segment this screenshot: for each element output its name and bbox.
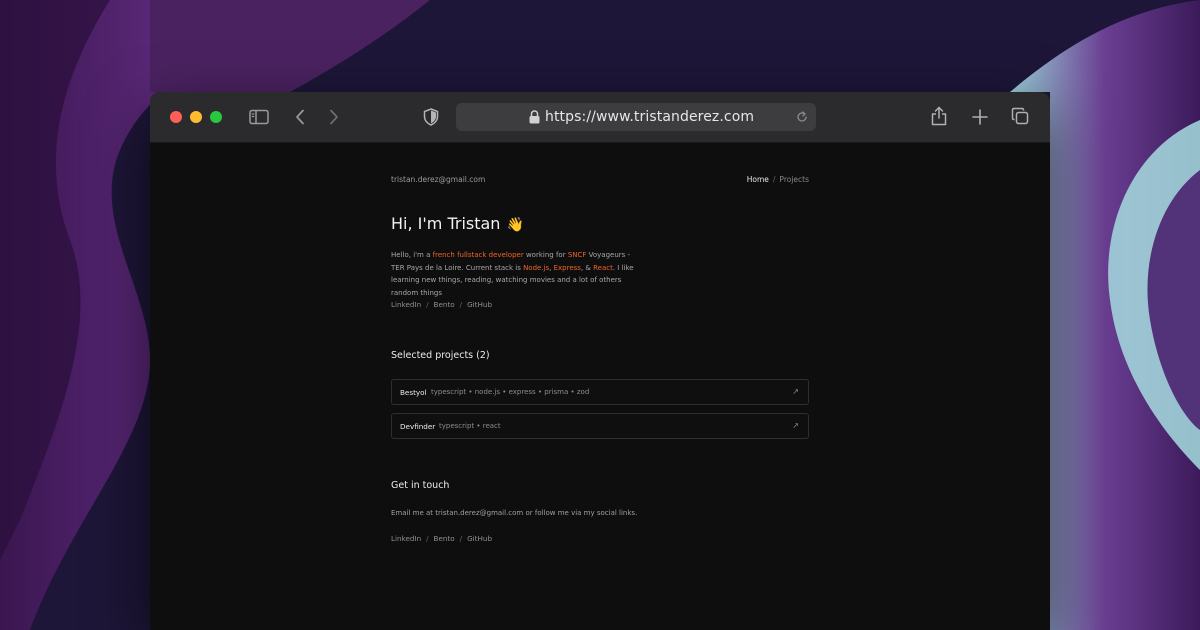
- plus-icon[interactable]: [972, 109, 988, 125]
- footer-social-links: LinkedIn / Bento / GitHub: [391, 534, 492, 543]
- bio-tech-express: Express: [553, 263, 581, 272]
- link-separator: /: [426, 300, 429, 309]
- header-email-link[interactable]: tristan.derez@gmail.com: [391, 175, 485, 184]
- bio-role: french fullstack developer: [432, 251, 524, 259]
- project-tags: typescript • react: [439, 422, 501, 430]
- nav-projects-link[interactable]: Projects: [779, 175, 809, 184]
- close-window-button[interactable]: [170, 111, 182, 123]
- minimize-window-button[interactable]: [190, 111, 202, 123]
- nav-home-link[interactable]: Home: [747, 175, 769, 184]
- project-card-bestyol[interactable]: Bestyol typescript • node.js • express •…: [391, 379, 809, 405]
- social-links: LinkedIn / Bento / GitHub: [391, 300, 492, 309]
- shield-icon[interactable]: [423, 108, 439, 126]
- web-page: tristan.derez@gmail.com Home / Projects Hi…: [150, 143, 1050, 630]
- github-link[interactable]: GitHub: [467, 300, 492, 309]
- github-link[interactable]: GitHub: [467, 534, 492, 543]
- waving-hand-icon: 👋: [506, 217, 524, 233]
- contact-heading: Get in touch: [391, 480, 450, 491]
- bento-link[interactable]: Bento: [434, 534, 455, 543]
- external-link-icon[interactable]: ↗: [792, 388, 799, 396]
- bio-text: working for: [523, 251, 568, 259]
- bio-company: SNCF: [567, 251, 587, 259]
- project-name: Devfinder: [400, 422, 436, 431]
- address-bar[interactable]: https://www.tristanderez.com: [456, 103, 816, 131]
- link-separator: /: [459, 534, 463, 543]
- linkedin-link[interactable]: LinkedIn: [391, 534, 421, 543]
- url-text: https://www.tristanderez.com: [545, 109, 755, 125]
- nav-separator: /: [772, 175, 776, 184]
- bio-tech-react: React: [593, 263, 613, 272]
- tabs-overview-icon[interactable]: [1011, 107, 1029, 125]
- page-title: Hi, I'm Tristan 👋: [391, 214, 524, 233]
- chevron-left-icon[interactable]: [294, 109, 306, 125]
- projects-heading: Selected projects (2): [391, 350, 490, 361]
- project-name: Bestyol: [400, 388, 427, 397]
- bento-link[interactable]: Bento: [434, 300, 455, 309]
- reload-icon[interactable]: [796, 111, 808, 123]
- bio-paragraph: Hello, i'm a french fullstack developer …: [391, 249, 641, 299]
- lock-icon: [529, 110, 540, 124]
- chevron-right-icon[interactable]: [328, 109, 340, 125]
- bio-text: , &: [580, 263, 594, 272]
- project-card-devfinder[interactable]: Devfinder typescript • react ↗: [391, 413, 809, 439]
- link-separator: /: [459, 300, 463, 309]
- external-link-icon[interactable]: ↗: [792, 422, 799, 430]
- browser-toolbar: https://www.tristanderez.com: [150, 92, 1050, 143]
- link-separator: /: [426, 534, 429, 543]
- bio-text: Hello, i'm a: [391, 251, 433, 259]
- top-nav: Home / Projects: [747, 175, 809, 184]
- zoom-window-button[interactable]: [210, 111, 222, 123]
- contact-text: Email me at tristan.derez@gmail.com or f…: [391, 509, 638, 517]
- share-icon[interactable]: [931, 106, 947, 126]
- greeting-text: Hi, I'm Tristan: [391, 214, 501, 233]
- browser-window: https://www.tristanderez.com tristan.der…: [150, 92, 1050, 630]
- linkedin-link[interactable]: LinkedIn: [391, 300, 421, 309]
- project-tags: typescript • node.js • express • prisma …: [431, 388, 590, 396]
- sidebar-icon[interactable]: [249, 109, 269, 125]
- bio-tech-node: Node.js: [523, 263, 550, 272]
